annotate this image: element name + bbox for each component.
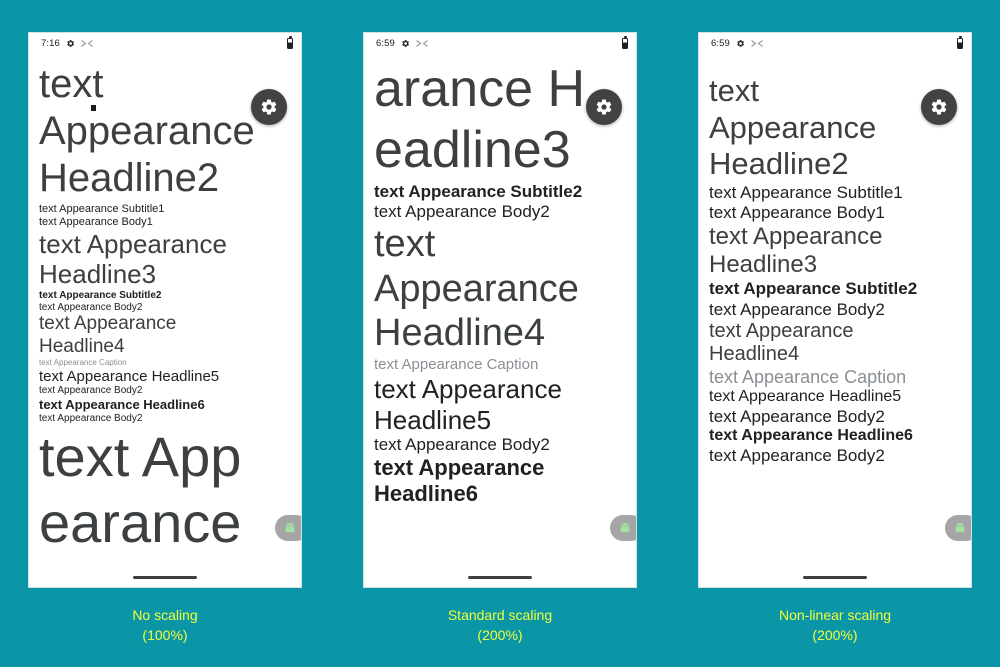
status-bar-clock: 6:59 <box>711 37 730 49</box>
caption-line-1: Non-linear scaling <box>778 607 892 623</box>
app-screen: text Appearance Headline2 text Appearance S… <box>29 53 301 587</box>
text-appearance-line: text Appearance Caption <box>374 356 539 374</box>
text-appearance-line: text Appearance Headline6 <box>39 397 205 413</box>
text-appearance-line: text Appearance Body1 <box>39 215 153 228</box>
status-bar: 6:59 <box>364 33 636 53</box>
text-appearance-line: text Appearance Body2 <box>709 299 885 319</box>
android-robot-icon <box>620 522 629 533</box>
caption-line-2: (200%) <box>477 626 523 643</box>
text-appearance-line: Headline4 <box>39 335 125 357</box>
text-appearance-line: Headline6 <box>374 481 478 507</box>
text-appearance-line: text App <box>39 425 242 489</box>
settings-fab-button[interactable] <box>921 89 957 125</box>
status-bar-left: 6:59 <box>376 38 428 49</box>
status-bar-clock: 7:16 <box>41 37 60 49</box>
battery-icon <box>287 35 293 49</box>
status-bar: 7:16 <box>29 33 301 53</box>
network-icon <box>416 39 428 47</box>
gear-icon <box>66 39 75 48</box>
text-appearance-line: text Appearance Body2 <box>709 445 885 465</box>
text-appearance-line: Headline4 <box>374 312 546 355</box>
text-appearance-line: text Appearance Subtitle2 <box>374 181 583 201</box>
text-appearance-line: text Appearance Headline5 <box>709 387 902 405</box>
settings-gear-icon <box>261 99 277 115</box>
text-appearance-line: Headline2 <box>709 146 849 182</box>
phone-preview-nonlinear-scaling: 6:59 text Appearance Headline2 text Appeara… <box>698 32 972 588</box>
caption-standard-scaling: Standard scaling (200%) <box>363 606 637 646</box>
battery-icon <box>957 35 963 49</box>
text-appearance-line: text Appearance <box>39 228 227 259</box>
text-appearance-line: text Appearance <box>709 222 883 250</box>
settings-gear-icon <box>931 99 947 115</box>
text-appearance-line: Headline3 <box>709 251 818 279</box>
text-appearance-line: text Appearance Subtitle2 <box>39 289 162 301</box>
text-appearance-line: text Appearance Headline5 <box>39 367 220 385</box>
caption-line-1: No scaling <box>132 607 198 623</box>
text-appearance-line: text Appearance Caption <box>709 366 907 387</box>
text-appearance-line: eadline3 <box>374 121 571 180</box>
text-appearance-list: text Appearance Headline2 text Appearance S… <box>29 61 301 556</box>
status-bar: 6:59 <box>699 33 971 53</box>
text-appearance-line: text Appearance <box>39 313 177 335</box>
phone-preview-no-scaling: 7:16 text Appearance Headline2 text Appeara… <box>28 32 302 588</box>
status-bar-left: 7:16 <box>41 38 93 49</box>
text-appearance-line: text Appearance Subtitle2 <box>709 279 918 299</box>
text-appearance-line: text Appearance Body1 <box>709 202 885 222</box>
settings-fab-button[interactable] <box>586 89 622 125</box>
text-appearance-line: text Appearance <box>374 373 562 404</box>
text-appearance-line: text Appearance Body2 <box>39 301 143 313</box>
text-appearance-line: text Appearance Subtitle1 <box>39 202 165 215</box>
text-appearance-line: earance <box>39 491 242 555</box>
text-appearance-line: Headline2 <box>39 156 220 201</box>
network-icon <box>81 39 93 47</box>
android-preview-tab[interactable] <box>275 515 301 541</box>
android-robot-icon <box>285 522 294 533</box>
text-appearance-list: text Appearance Headline2 text Appearance S… <box>699 73 971 466</box>
status-bar-clock: 6:59 <box>376 37 395 49</box>
text-appearance-line: text <box>374 222 436 265</box>
text-appearance-line: text Appearance Body2 <box>39 385 143 397</box>
text-appearance-line: Headline4 <box>709 343 800 366</box>
settings-gear-icon <box>596 99 612 115</box>
caption-no-scaling: No scaling (100%) <box>28 606 302 646</box>
text-cursor-artifact <box>91 105 96 111</box>
caption-line-2: (200%) <box>812 626 858 643</box>
gear-icon <box>736 39 745 48</box>
home-indicator <box>468 576 532 579</box>
text-appearance-line: text Appearance Subtitle1 <box>709 182 903 202</box>
caption-nonlinear-scaling: Non-linear scaling (200%) <box>698 606 972 646</box>
text-appearance-line: text Appearance Headline6 <box>709 426 913 444</box>
text-appearance-line: text Appearance Body2 <box>374 435 550 455</box>
text-appearance-line: text Appearance <box>709 319 854 342</box>
text-appearance-line: Headline5 <box>374 404 492 435</box>
caption-line-1: Standard scaling <box>447 607 553 623</box>
text-appearance-line: text Appearance Body2 <box>709 406 885 426</box>
gear-icon <box>401 39 410 48</box>
text-appearance-line: Appearance <box>374 267 579 310</box>
text-appearance-line: text Appearance Body2 <box>374 201 550 221</box>
text-appearance-list: arance Headline3 text Appearance Subtitle… <box>364 59 636 507</box>
network-icon <box>751 39 763 47</box>
android-preview-tab[interactable] <box>610 515 636 541</box>
app-screen: arance Headline3 text Appearance Subtitle… <box>364 53 636 587</box>
text-appearance-line: text Appearance Caption <box>39 358 127 368</box>
text-appearance-line: text Appearance <box>374 455 545 481</box>
text-appearance-line: Headline3 <box>39 259 157 290</box>
text-appearance-line: text Appearance Body2 <box>39 412 143 424</box>
battery-icon <box>622 35 628 49</box>
screenshot-stage: 7:16 text Appearance Headline2 text Appeara… <box>0 0 1000 667</box>
status-bar-left: 6:59 <box>711 38 763 49</box>
android-robot-icon <box>955 522 964 533</box>
app-screen: text Appearance Headline2 text Appearance S… <box>699 53 971 587</box>
phone-preview-standard-scaling: 6:59 arance Headline3 text Appearance Sub… <box>363 32 637 588</box>
home-indicator <box>803 576 867 579</box>
settings-fab-button[interactable] <box>251 89 287 125</box>
home-indicator <box>133 576 197 579</box>
android-preview-tab[interactable] <box>945 515 971 541</box>
caption-line-2: (100%) <box>142 626 188 643</box>
